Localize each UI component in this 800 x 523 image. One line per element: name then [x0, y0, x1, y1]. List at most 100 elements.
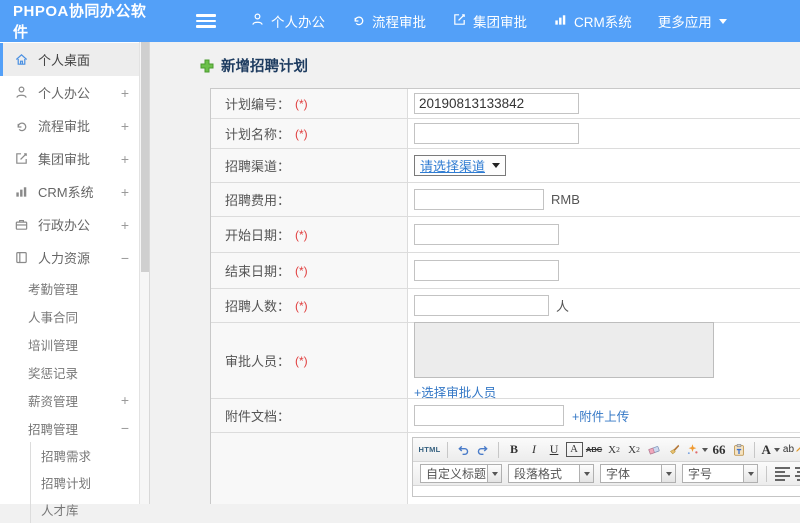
sidebar-item-recruit-demand[interactable]: 招聘需求	[31, 442, 149, 469]
plan-number-input[interactable]	[414, 93, 579, 114]
add-plus-icon	[200, 59, 214, 73]
highlight-color-button[interactable]: ab	[783, 440, 800, 459]
required-mark: (*)	[295, 354, 308, 368]
attachment-input[interactable]	[414, 405, 564, 426]
font-color-button[interactable]: A	[762, 440, 780, 459]
font-family-dropdown[interactable]: 字体	[600, 464, 676, 483]
field-label: 计划名称：	[225, 124, 290, 143]
editor-toolbar-row1: HTML B I U A ABC X2 X2	[413, 438, 800, 462]
editor-content-area[interactable]	[413, 486, 800, 496]
underline-button[interactable]: U	[546, 440, 563, 459]
end-date-input[interactable]	[414, 260, 559, 281]
field-label: 计划编号：	[225, 94, 290, 113]
superscript-button[interactable]: X2	[606, 440, 623, 459]
sidebar-item-desktop[interactable]: 个人桌面	[0, 43, 149, 76]
sidebar-item-reward-punishment[interactable]: 奖惩记录	[0, 358, 149, 386]
align-center-icon[interactable]	[794, 464, 800, 483]
bold-button[interactable]: B	[506, 440, 523, 459]
nav-item-crm[interactable]: CRM系统	[553, 11, 632, 31]
sidebar-item-personal-office[interactable]: 个人办公 +	[0, 76, 149, 109]
form-row-channel: 招聘渠道： 请选择渠道	[211, 149, 800, 183]
dropdown-caret-icon	[580, 464, 594, 483]
eraser-icon[interactable]	[646, 440, 663, 459]
blockquote-button[interactable]: 66	[711, 440, 728, 459]
sidebar-item-hr[interactable]: 人力资源 −	[0, 241, 149, 274]
sidebar: 个人桌面 个人办公 + 流程审批 + 集团审批 + CRM系统 + 行政办公 +	[0, 42, 150, 504]
sidebar-item-group-approval[interactable]: 集团审批 +	[0, 142, 149, 175]
user-icon	[14, 85, 29, 100]
plan-name-input[interactable]	[414, 123, 579, 144]
expand-plus-icon[interactable]: +	[121, 217, 129, 233]
format-brush-icon[interactable]	[666, 440, 683, 459]
sidebar-item-salary[interactable]: 薪资管理 +	[0, 386, 149, 414]
start-date-input[interactable]	[414, 224, 559, 245]
sidebar-item-recruit-mgmt[interactable]: 招聘管理 −	[0, 414, 149, 442]
sidebar-item-attendance[interactable]: 考勤管理	[0, 274, 149, 302]
form-row-approver: 审批人员：(*) +选择审批人员	[211, 323, 800, 399]
nav-item-group-approval[interactable]: 集团审批	[452, 11, 527, 31]
field-label: 招聘渠道：	[225, 156, 290, 175]
nav-item-workflow-approval[interactable]: 流程审批	[351, 11, 426, 31]
sidebar-item-admin-office[interactable]: 行政办公 +	[0, 208, 149, 241]
expand-plus-icon[interactable]: +	[121, 392, 129, 408]
sidebar-scrollbar[interactable]	[139, 42, 149, 504]
top-navigation-bar: PHPOA协同办公软件 个人办公 流程审批 集团审批 CRM系统 更多应用	[0, 0, 800, 42]
home-icon	[14, 52, 29, 67]
strikethrough-button[interactable]: ABC	[586, 440, 603, 459]
dropdown-caret-icon	[702, 448, 708, 455]
sidebar-item-training[interactable]: 培训管理	[0, 330, 149, 358]
scrollbar-thumb[interactable]	[141, 42, 149, 272]
hamburger-menu-icon[interactable]	[196, 14, 216, 28]
sidebar-item-talent-pool[interactable]: 人才库	[31, 496, 149, 523]
paste-icon[interactable]	[731, 440, 748, 459]
dropdown-caret-icon	[744, 464, 758, 483]
form-row-fee: 招聘费用： RMB	[211, 183, 800, 217]
redo-icon[interactable]	[475, 440, 492, 459]
dropdown-caret-icon	[662, 464, 676, 483]
format-painter-icon[interactable]	[686, 440, 708, 459]
expand-plus-icon[interactable]: +	[121, 151, 129, 167]
field-label: 审批人员：	[225, 351, 290, 370]
fee-input[interactable]	[414, 189, 544, 210]
nav-item-more-apps[interactable]: 更多应用	[658, 11, 727, 31]
paragraph-format-dropdown[interactable]: 段落格式	[508, 464, 594, 483]
page-title: 新增招聘计划	[200, 55, 308, 76]
dropdown-caret-icon	[774, 448, 780, 455]
collapse-minus-icon[interactable]: −	[121, 420, 129, 436]
undo-icon[interactable]	[455, 440, 472, 459]
custom-title-dropdown[interactable]: 自定义标题	[420, 464, 502, 483]
field-label: 招聘费用：	[225, 190, 290, 209]
required-mark: (*)	[295, 264, 308, 278]
rich-text-editor: HTML B I U A ABC X2 X2	[412, 437, 800, 497]
field-label: 附件文档：	[225, 406, 290, 425]
channel-select[interactable]: 请选择渠道	[414, 155, 506, 176]
form-row-start-date: 开始日期：(*)	[211, 217, 800, 253]
subscript-button[interactable]: X2	[626, 440, 643, 459]
sidebar-item-recruit-plan[interactable]: 招聘计划	[31, 469, 149, 496]
font-border-button[interactable]: A	[566, 442, 583, 457]
form-row-end-date: 结束日期：(*)	[211, 253, 800, 289]
flow-arrow-icon	[14, 118, 29, 133]
italic-button[interactable]: I	[526, 440, 543, 459]
select-caret-icon	[492, 163, 500, 172]
editor-toolbar-row2: 自定义标题 段落格式 字体 字号	[413, 462, 800, 486]
nav-item-personal-office[interactable]: 个人办公	[250, 11, 325, 31]
align-left-icon[interactable]	[774, 464, 791, 483]
collapse-minus-icon[interactable]: −	[121, 250, 129, 266]
headcount-unit: 人	[556, 296, 569, 315]
sidebar-item-crm[interactable]: CRM系统 +	[0, 175, 149, 208]
bar-chart-icon	[14, 184, 29, 199]
expand-plus-icon[interactable]: +	[121, 85, 129, 101]
headcount-input[interactable]	[414, 295, 549, 316]
source-code-button[interactable]: HTML	[419, 440, 441, 459]
approver-textarea[interactable]	[414, 322, 714, 378]
sidebar-item-hr-contract[interactable]: 人事合同	[0, 302, 149, 330]
font-size-dropdown[interactable]: 字号	[682, 464, 758, 483]
sidebar-item-workflow-approval[interactable]: 流程审批 +	[0, 109, 149, 142]
expand-plus-icon[interactable]: +	[121, 118, 129, 134]
attachment-upload-link[interactable]: +附件上传	[572, 406, 629, 425]
expand-plus-icon[interactable]: +	[121, 184, 129, 200]
app-logo: PHPOA协同办公软件	[0, 0, 150, 42]
form-row-content-editor: HTML B I U A ABC X2 X2	[211, 433, 800, 504]
required-mark: (*)	[295, 299, 308, 313]
